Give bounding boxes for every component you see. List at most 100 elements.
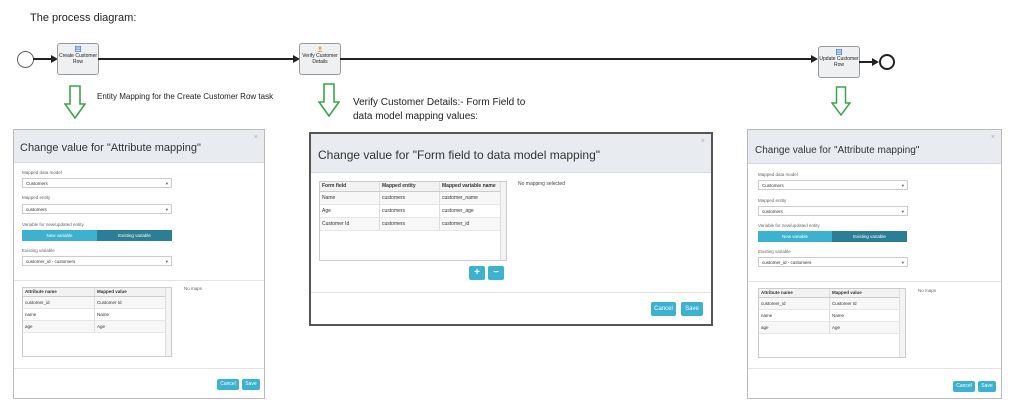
- task-label: Verify Customer Details: [302, 53, 338, 65]
- table-cell: Customer Id: [95, 297, 168, 308]
- mapped-entity-label: Mapped entity: [22, 195, 51, 200]
- select-value: Customers: [762, 183, 784, 188]
- task-verify-customer-details[interactable]: Verify Customer Details: [299, 43, 341, 75]
- close-icon[interactable]: ×: [991, 134, 995, 141]
- chevron-down-icon: ▾: [901, 209, 904, 214]
- table-row[interactable]: Customer Id customers customer_id: [320, 218, 506, 231]
- table-cell: name: [23, 309, 95, 320]
- table-cell: Name: [830, 310, 902, 321]
- scrollbar[interactable]: [899, 289, 905, 357]
- table-icon: [75, 46, 81, 52]
- existing-variable-select[interactable]: customer_id - customers ▾: [758, 257, 908, 267]
- no-maps-note: No maps: [184, 286, 203, 291]
- table-cell: customer_name: [440, 192, 503, 204]
- existing-variable-label: Existing variable: [758, 249, 791, 254]
- chevron-down-icon: ▾: [901, 260, 904, 265]
- task-update-customer-row[interactable]: Update Customer Row: [818, 46, 860, 78]
- form-field-mapping-dialog: Change value for "Form field to data mod…: [309, 132, 713, 326]
- mapped-entity-select[interactable]: customers ▾: [758, 206, 908, 216]
- sequence-flow-2: [98, 58, 295, 60]
- table-row[interactable]: age Age: [23, 321, 171, 333]
- table-cell: Name: [320, 192, 380, 204]
- scrollbar[interactable]: [165, 288, 171, 356]
- select-value: customers: [762, 209, 783, 214]
- save-button[interactable]: Save: [681, 302, 703, 316]
- task-create-customer-row[interactable]: Create Customer Row: [57, 43, 99, 75]
- task-label: Create Customer Row: [58, 53, 98, 65]
- mapped-data-model-select[interactable]: Customers ▾: [22, 178, 172, 188]
- close-icon[interactable]: ×: [254, 134, 258, 141]
- attribute-mapping-dialog-right: Change value for "Attribute mapping" × M…: [747, 129, 1002, 399]
- column-header[interactable]: Mapped value: [830, 289, 902, 297]
- down-arrow-icon: [831, 86, 851, 116]
- close-icon[interactable]: ×: [701, 138, 705, 145]
- table-row[interactable]: customer_id Customer Id: [759, 298, 905, 310]
- down-arrow-icon: [318, 83, 340, 117]
- caption-middle-line1: Verify Customer Details:- Form Field to: [353, 97, 526, 108]
- remove-mapping-button[interactable]: −: [488, 266, 504, 280]
- grid-header: Form field Mapped entity Mapped variable…: [320, 182, 506, 192]
- column-header[interactable]: Mapped entity: [380, 182, 440, 191]
- new-variable-toggle[interactable]: New variable: [22, 230, 97, 241]
- table-icon: [836, 49, 842, 55]
- mapped-entity-select[interactable]: customers ▾: [22, 204, 172, 214]
- caption-left: Entity Mapping for the Create Customer R…: [97, 92, 274, 101]
- mapped-entity-label: Mapped entity: [758, 198, 787, 203]
- select-value: customer_id - customers: [762, 260, 812, 265]
- divider: [748, 281, 1001, 282]
- table-cell: customers: [380, 205, 440, 217]
- existing-variable-toggle[interactable]: Existing variable: [832, 231, 907, 242]
- diagram-title: The process diagram:: [30, 12, 137, 24]
- cancel-button[interactable]: Cancel: [953, 381, 975, 392]
- column-header[interactable]: Form field: [320, 182, 380, 191]
- existing-variable-toggle[interactable]: Existing variable: [97, 230, 172, 241]
- task-label: Update Customer Row: [819, 56, 859, 68]
- chevron-down-icon: ▾: [165, 181, 168, 186]
- cancel-button[interactable]: Cancel: [651, 302, 676, 316]
- table-row[interactable]: Name customers customer_name: [320, 192, 506, 205]
- cancel-button[interactable]: Cancel: [217, 379, 239, 390]
- chevron-down-icon: ▾: [165, 259, 168, 264]
- mapped-data-model-select[interactable]: Customers ▾: [758, 180, 908, 190]
- table-row[interactable]: name Name: [23, 309, 171, 321]
- save-button[interactable]: Save: [242, 379, 260, 390]
- end-event[interactable]: [879, 54, 895, 70]
- user-icon: [317, 46, 323, 52]
- grid-header: Attribute name Mapped value: [23, 288, 171, 297]
- chevron-down-icon: ▾: [901, 183, 904, 188]
- table-cell: Age: [830, 322, 902, 333]
- dialog-title: Change value for "Form field to data mod…: [318, 148, 601, 162]
- add-mapping-button[interactable]: +: [469, 266, 485, 280]
- column-header[interactable]: Attribute name: [759, 289, 830, 297]
- save-button[interactable]: Save: [978, 381, 996, 392]
- dialog-title: Change value for "Attribute mapping": [755, 145, 920, 156]
- column-header[interactable]: Mapped value: [95, 288, 168, 296]
- table-row[interactable]: name Name: [759, 310, 905, 322]
- table-cell: Age: [320, 205, 380, 217]
- variable-label: Variable for new/updated entity: [758, 223, 820, 228]
- new-variable-toggle[interactable]: New variable: [758, 231, 832, 242]
- divider: [14, 368, 264, 369]
- table-cell: customer_id: [759, 298, 830, 309]
- existing-variable-label: Existing variable: [22, 248, 55, 253]
- select-value: customer_id - customers: [26, 259, 76, 264]
- no-mapping-selected: No mapping selected: [518, 181, 565, 187]
- table-cell: age: [23, 321, 95, 332]
- grid-header: Attribute name Mapped value: [759, 289, 905, 298]
- table-cell: customer_age: [440, 205, 503, 217]
- start-event[interactable]: [17, 51, 34, 68]
- existing-variable-select[interactable]: customer_id - customers ▾: [22, 256, 172, 266]
- table-cell: Name: [95, 309, 168, 320]
- table-row[interactable]: age Age: [759, 322, 905, 334]
- divider: [311, 292, 711, 293]
- form-field-grid: Form field Mapped entity Mapped variable…: [319, 181, 507, 261]
- scrollbar[interactable]: [500, 182, 506, 260]
- divider: [14, 280, 264, 281]
- down-arrow-icon: [64, 85, 86, 119]
- dialog-header: Change value for "Form field to data mod…: [311, 134, 711, 173]
- column-header[interactable]: Mapped variable name: [440, 182, 503, 191]
- column-header[interactable]: Attribute name: [23, 288, 95, 296]
- table-row[interactable]: customer_id Customer Id: [23, 297, 171, 309]
- dialog-title: Change value for "Attribute mapping": [20, 142, 201, 154]
- table-row[interactable]: Age customers customer_age: [320, 205, 506, 218]
